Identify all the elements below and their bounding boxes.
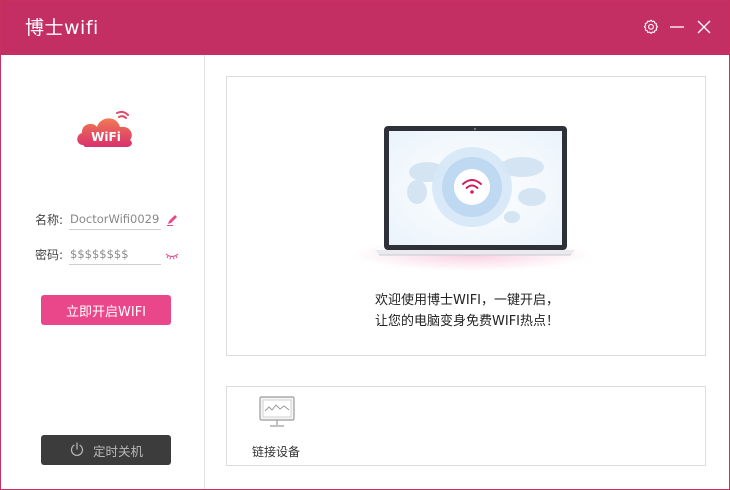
start-wifi-button[interactable]: 立即开启WIFI xyxy=(41,295,171,325)
password-row: 密码: xyxy=(35,243,185,265)
pencil-icon[interactable] xyxy=(165,212,179,226)
devices-panel: 链接设备 xyxy=(226,386,706,466)
connected-devices-label: 链接设备 xyxy=(252,445,301,459)
password-label: 密码: xyxy=(35,248,64,262)
app-window: 博士wifi WiFi 名称: DoctorWifi0029 密码: $$$$$… xyxy=(0,0,730,490)
settings-icon[interactable] xyxy=(640,16,662,38)
eye-closed-icon[interactable] xyxy=(165,247,179,261)
close-icon[interactable] xyxy=(693,16,715,38)
app-title: 博士wifi xyxy=(25,17,99,39)
title-bar: 博士wifi xyxy=(1,1,729,55)
welcome-text: 欢迎使用博士WIFI，一键开启， 让您的电脑变身免费WIFI热点！ xyxy=(227,290,707,332)
minimize-icon[interactable] xyxy=(666,16,688,38)
logo-text: WiFi xyxy=(91,130,121,144)
password-field[interactable] xyxy=(69,243,161,265)
sidebar: WiFi 名称: 密码: xyxy=(1,55,205,489)
welcome-line-2: 让您的电脑变身免费WIFI热点！ xyxy=(375,314,559,329)
welcome-panel: 欢迎使用博士WIFI，一键开启， 让您的电脑变身免费WIFI热点！ xyxy=(226,76,706,356)
timer-shutdown-button[interactable]: 定时关机 xyxy=(41,435,171,465)
name-row: 名称: xyxy=(35,208,185,230)
timer-shutdown-label: 定时关机 xyxy=(92,443,143,459)
name-label: 名称: xyxy=(35,213,64,227)
wifi-logo: WiFi xyxy=(73,107,139,151)
name-field[interactable] xyxy=(69,208,161,230)
laptop-illustration xyxy=(352,126,592,271)
connected-devices-item[interactable]: 链接设备 xyxy=(249,395,309,459)
welcome-line-1: 欢迎使用博士WIFI，一键开启， xyxy=(375,293,559,308)
monitor-icon xyxy=(257,395,297,429)
power-icon xyxy=(69,441,85,460)
